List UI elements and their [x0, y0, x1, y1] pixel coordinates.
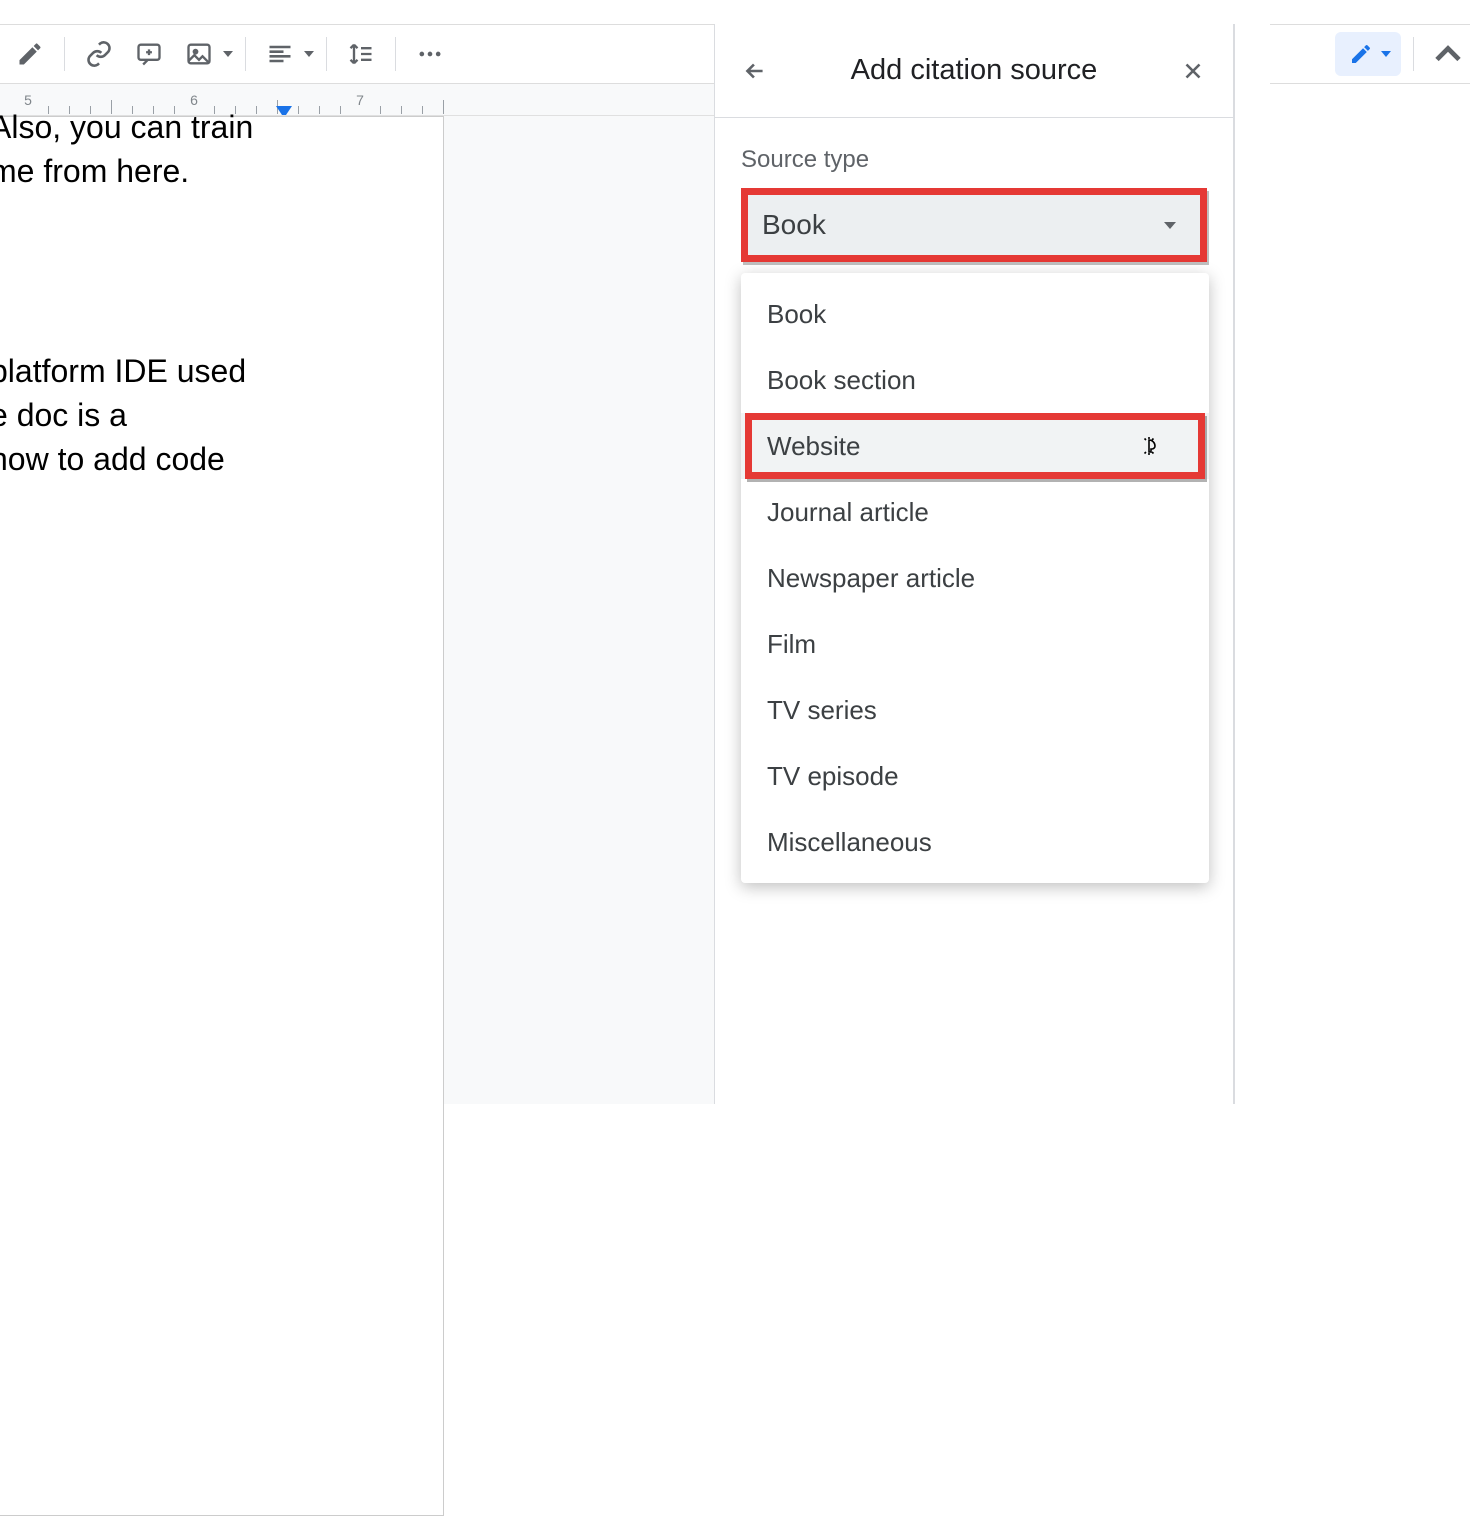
editing-mode-button[interactable] [1335, 32, 1401, 76]
line-spacing-icon [347, 40, 375, 68]
close-icon [1180, 58, 1206, 84]
toolbar-divider [64, 37, 65, 71]
collapse-toolbar-button[interactable] [1426, 32, 1470, 76]
dropdown-option-book[interactable]: Book [741, 281, 1209, 347]
dropdown-option-film[interactable]: Film [741, 611, 1209, 677]
option-label: Book [767, 299, 826, 330]
text-line: platform IDE used [0, 350, 246, 393]
text-line: me from here. [0, 150, 189, 193]
right-side-rail [1234, 24, 1270, 1104]
source-type-dropdown: Book Book section Website Journal articl… [741, 273, 1209, 883]
document-text[interactable]: Also, you can train me from here. platfo… [0, 106, 270, 408]
align-button[interactable] [258, 32, 302, 76]
pencil-icon [1349, 42, 1373, 66]
more-button[interactable] [408, 32, 452, 76]
toolbar-divider [245, 37, 246, 71]
option-label: Film [767, 629, 816, 660]
option-label: Website [767, 431, 860, 462]
panel-title: Add citation source [791, 54, 1157, 87]
chevron-down-icon [1381, 51, 1391, 57]
chevron-up-icon [1426, 32, 1470, 76]
chevron-down-icon [304, 51, 314, 57]
cursor-icon [1141, 434, 1165, 458]
citation-side-panel: Add citation source Source type Book Boo… [714, 24, 1234, 1104]
dropdown-option-book-section[interactable]: Book section [741, 347, 1209, 413]
option-label: Newspaper article [767, 563, 975, 594]
option-label: Book section [767, 365, 916, 396]
selected-value: Book [762, 209, 826, 241]
close-button[interactable] [1171, 49, 1215, 93]
more-horizontal-icon [416, 40, 444, 68]
insert-image-group[interactable] [177, 32, 233, 76]
image-icon [185, 40, 213, 68]
document-canvas: Also, you can train me from here. platfo… [0, 116, 714, 1104]
back-button[interactable] [733, 49, 777, 93]
dropdown-option-tv-episode[interactable]: TV episode [741, 743, 1209, 809]
insert-image-button[interactable] [177, 32, 221, 76]
dropdown-option-journal-article[interactable]: Journal article [741, 479, 1209, 545]
ruler-mark: 7 [356, 92, 364, 108]
paint-format-button[interactable] [8, 32, 52, 76]
source-type-label: Source type [741, 146, 1207, 174]
text-line: e doc is a [0, 394, 127, 437]
panel-header: Add citation source [715, 24, 1233, 118]
align-group[interactable] [258, 32, 314, 76]
insert-link-button[interactable] [77, 32, 121, 76]
dropdown-option-tv-series[interactable]: TV series [741, 677, 1209, 743]
dropdown-option-website[interactable]: Website [741, 413, 1209, 479]
dropdown-option-newspaper-article[interactable]: Newspaper article [741, 545, 1209, 611]
option-label: TV series [767, 695, 877, 726]
comment-plus-icon [135, 40, 163, 68]
link-icon [85, 40, 113, 68]
dropdown-option-miscellaneous[interactable]: Miscellaneous [741, 809, 1209, 875]
toolbar-divider [1413, 37, 1414, 71]
chevron-down-icon [223, 51, 233, 57]
indent-marker[interactable] [276, 106, 292, 116]
paint-format-icon [16, 40, 44, 68]
chevron-down-icon [1164, 222, 1176, 229]
panel-body: Source type Book Book Book section Websi… [715, 118, 1233, 290]
text-line: how to add code [0, 438, 225, 481]
toolbar-divider [395, 37, 396, 71]
option-label: Miscellaneous [767, 827, 932, 858]
align-left-icon [266, 40, 294, 68]
source-type-select[interactable]: Book [741, 188, 1207, 262]
option-label: Journal article [767, 497, 929, 528]
text-line: Also, you can train [0, 106, 253, 149]
add-comment-button[interactable] [127, 32, 171, 76]
toolbar-divider [326, 37, 327, 71]
line-spacing-button[interactable] [339, 32, 383, 76]
arrow-left-icon [742, 58, 768, 84]
option-label: TV episode [767, 761, 899, 792]
